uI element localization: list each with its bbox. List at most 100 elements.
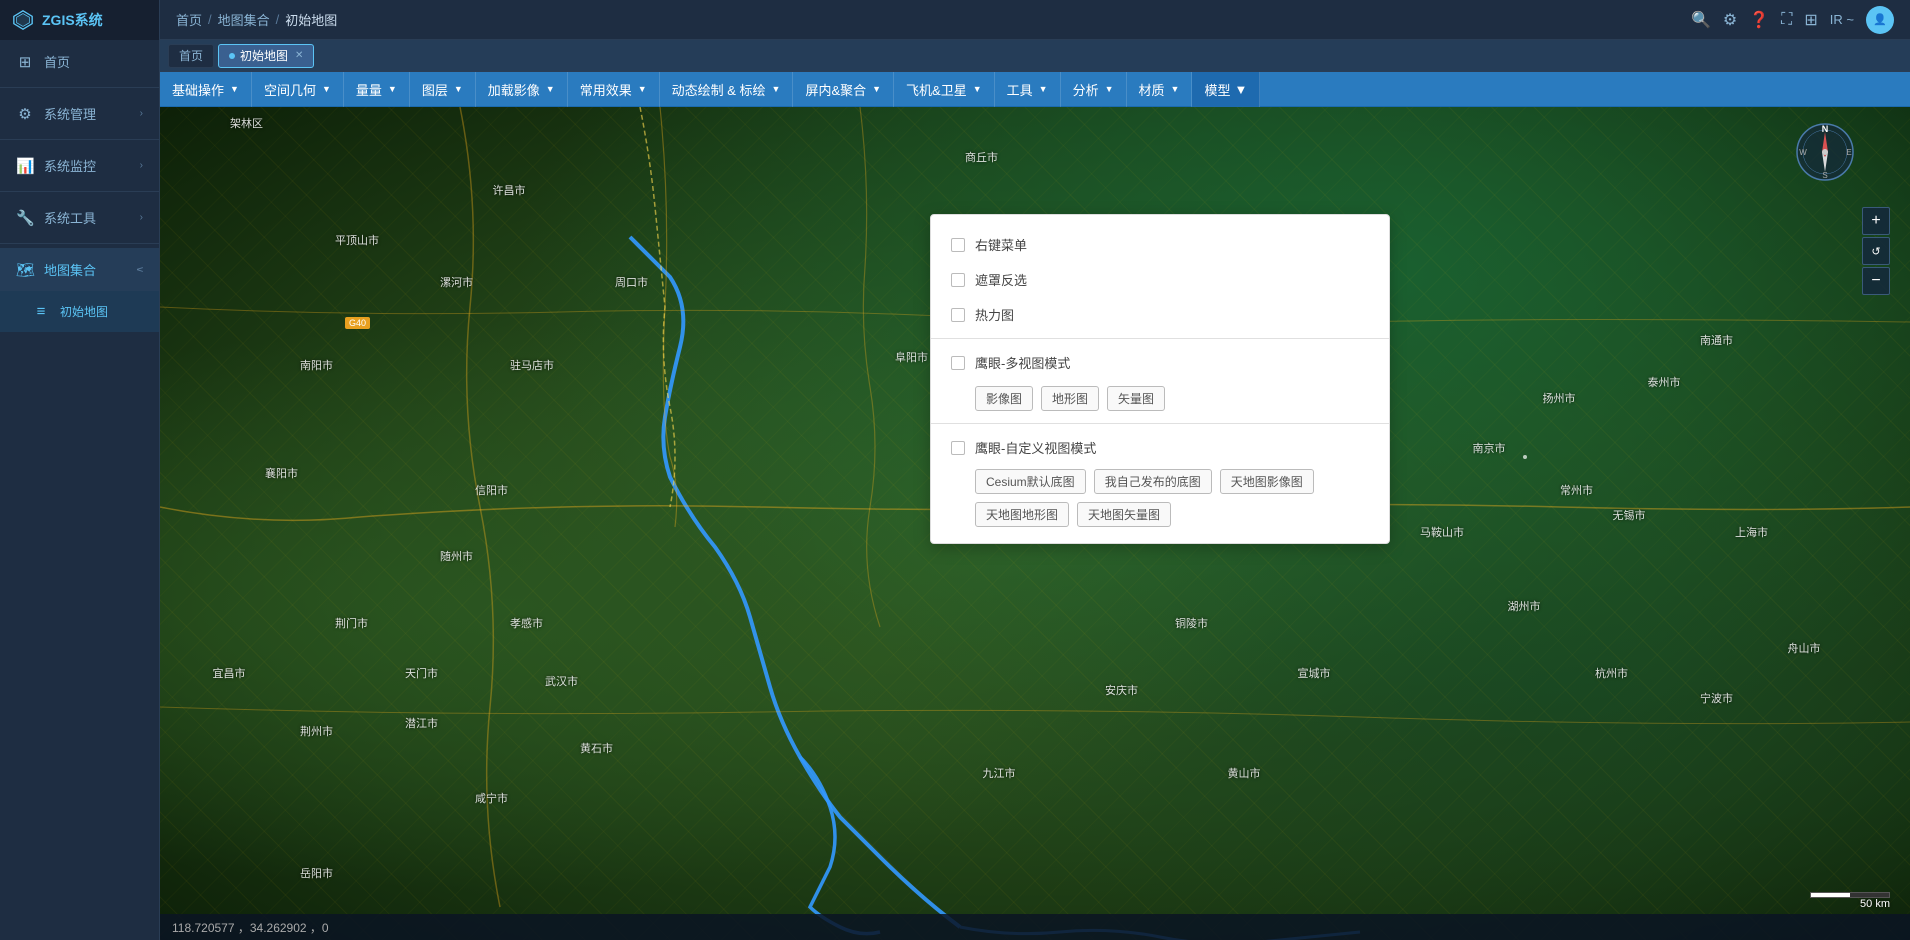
- dropdown-arrow-10: ▼: [1039, 84, 1048, 94]
- dropdown-arrow-7: ▼: [772, 84, 781, 94]
- sidebar-item-system-tools[interactable]: 🔧 系统工具 ›: [0, 196, 159, 239]
- compass: N S W E: [1795, 122, 1855, 182]
- toolbar-btn-tools[interactable]: 工具 ▼: [995, 72, 1061, 107]
- popup-tag-imagery[interactable]: 影像图: [975, 386, 1033, 411]
- user-avatar[interactable]: 👤: [1866, 6, 1894, 34]
- tab-home[interactable]: 首页: [168, 44, 214, 68]
- chevron-right-icon-2: ›: [140, 160, 143, 171]
- toolbar-label-analysis: 分析: [1073, 80, 1099, 99]
- road-badge-g40: G40: [345, 317, 370, 329]
- toolbar-btn-dynamic-draw[interactable]: 动态绘制 & 标绘 ▼: [660, 72, 794, 107]
- tools-icon: 🔧: [16, 209, 34, 227]
- monitor-icon: 📊: [16, 157, 34, 175]
- toolbar-label-layers: 图层: [422, 80, 448, 99]
- popup-tag-vector[interactable]: 矢量图: [1107, 386, 1165, 411]
- map-area[interactable]: 商丘市 许昌市 平顶山市 漯河市 周口市 驻马店市 南阳市 信阳市 随州市 孝感…: [160, 107, 1910, 940]
- toolbar-btn-material[interactable]: 材质 ▼: [1127, 72, 1193, 107]
- sidebar-label-home: 首页: [44, 52, 143, 71]
- popup-custom-tags: Cesium默认底图 我自己发布的底图 天地图影像图 天地图地形图 天地图矢量图: [931, 465, 1389, 531]
- layout-icon[interactable]: ⊞: [1804, 10, 1817, 30]
- toolbar-btn-basic-ops[interactable]: 基础操作 ▼: [160, 72, 252, 107]
- chevron-right-icon-3: ›: [140, 212, 143, 223]
- popup-row-marquee[interactable]: 遮罩反选: [931, 262, 1389, 297]
- popup-label-right-menu: 右键菜单: [975, 235, 1027, 254]
- ir-text: IR ~: [1830, 12, 1854, 27]
- popup-tag-my-published[interactable]: 我自己发布的底图: [1094, 469, 1212, 494]
- popup-tag-cesium-default[interactable]: Cesium默认底图: [975, 469, 1086, 494]
- sidebar-item-map-collection[interactable]: 🗺 地图集合 ∨: [0, 248, 159, 291]
- zoom-controls: + ↺ −: [1862, 207, 1890, 295]
- checkbox-heatmap[interactable]: [951, 308, 965, 322]
- breadcrumb-home[interactable]: 首页: [176, 10, 202, 29]
- svg-text:E: E: [1846, 148, 1851, 157]
- dropdown-arrow-2: ▼: [322, 84, 331, 94]
- popup-tag-terrain[interactable]: 地形图: [1041, 386, 1099, 411]
- search-icon[interactable]: 🔍: [1691, 10, 1711, 30]
- checkbox-right-menu[interactable]: [951, 238, 965, 252]
- header-right: 🔍 ⚙ ❓ ⛶ ⊞ IR ~ 👤: [1675, 6, 1910, 34]
- popup-tag-tianditu-vector[interactable]: 天地图矢量图: [1077, 502, 1171, 527]
- fullscreen-icon[interactable]: ⛶: [1781, 11, 1792, 29]
- tab-initial-map-label: 初始地图: [240, 47, 288, 64]
- breadcrumb-map-collection[interactable]: 地图集合: [218, 10, 270, 29]
- scale-bar: 50 km: [1810, 892, 1890, 910]
- svg-text:W: W: [1799, 148, 1807, 157]
- city-dot: [1523, 455, 1527, 459]
- logo-area: ZGIS系统: [0, 0, 160, 40]
- dropdown-arrow-model: ▼: [1234, 82, 1247, 97]
- dropdown-arrow-1: ▼: [230, 84, 239, 94]
- sidebar-item-system-monitor[interactable]: 📊 系统监控 ›: [0, 144, 159, 187]
- github-icon[interactable]: ⚙: [1723, 10, 1737, 30]
- checkbox-eagle-eye[interactable]: [951, 356, 965, 370]
- toolbar-label-basic-ops: 基础操作: [172, 80, 224, 99]
- checkbox-custom-view[interactable]: [951, 441, 965, 455]
- toolbar-label-aircraft: 飞机&卫星: [906, 80, 967, 99]
- popup-row-right-menu[interactable]: 右键菜单: [931, 227, 1389, 262]
- coordinates-bar: 118.720577 ，34.262902 ，0: [160, 914, 1910, 940]
- gear-icon: ⚙: [16, 105, 34, 123]
- popup-divider-2: [931, 423, 1389, 424]
- tab-close-icon[interactable]: ✕: [295, 50, 303, 61]
- popup-eagle-eye-tags: 影像图 地形图 矢量图: [931, 380, 1389, 417]
- home-icon: ⊞: [16, 53, 34, 71]
- toolbar-btn-aircraft[interactable]: 飞机&卫星 ▼: [894, 72, 995, 107]
- svg-text:S: S: [1822, 171, 1827, 180]
- toolbar-btn-effects[interactable]: 常用效果 ▼: [568, 72, 660, 107]
- map-collection-icon: 🗺: [16, 261, 34, 279]
- zoom-reset-button[interactable]: ↺: [1862, 237, 1890, 265]
- toolbar-label-measure: 量量: [356, 80, 382, 99]
- toolbar-btn-load-imagery[interactable]: 加载影像 ▼: [476, 72, 568, 107]
- zoom-out-button[interactable]: −: [1862, 267, 1890, 295]
- dropdown-arrow-6: ▼: [638, 84, 647, 94]
- toolbar-btn-measure[interactable]: 量量 ▼: [344, 72, 410, 107]
- sidebar-label-system-tools: 系统工具: [44, 208, 130, 227]
- tab-bar: 首页 初始地图 ✕: [160, 40, 1910, 72]
- tab-initial-map[interactable]: 初始地图 ✕: [218, 44, 314, 68]
- toolbar: 基础操作 ▼ 空间几何 ▼ 量量 ▼ 图层 ▼ 加载影像 ▼ 常用效果 ▼ 动态…: [160, 72, 1910, 107]
- sidebar-item-home[interactable]: ⊞ 首页: [0, 40, 159, 83]
- toolbar-btn-analysis[interactable]: 分析 ▼: [1061, 72, 1127, 107]
- popup-label-marquee: 遮罩反选: [975, 270, 1027, 289]
- sidebar-label-system-monitor: 系统监控: [44, 156, 130, 175]
- toolbar-btn-model[interactable]: 模型 ▼: [1192, 72, 1260, 107]
- sidebar-item-initial-map[interactable]: ≡ 初始地图: [0, 291, 159, 332]
- sidebar-item-system-admin[interactable]: ⚙ 系统管理 ›: [0, 92, 159, 135]
- toolbar-btn-layers[interactable]: 图层 ▼: [410, 72, 476, 107]
- popup-tag-tianditu-terrain[interactable]: 天地图地形图: [975, 502, 1069, 527]
- popup-tag-tianditu-imagery[interactable]: 天地图影像图: [1220, 469, 1314, 494]
- toolbar-btn-spatial[interactable]: 空间几何 ▼: [252, 72, 344, 107]
- toolbar-label-material: 材质: [1139, 80, 1165, 99]
- sidebar-sub-map: ≡ 初始地图: [0, 291, 159, 332]
- help-icon[interactable]: ❓: [1749, 10, 1769, 30]
- tab-active-dot: [229, 53, 235, 59]
- toolbar-label-load-imagery: 加载影像: [488, 80, 540, 99]
- popup-row-custom-view[interactable]: 鹰眼-自定义视图模式: [931, 430, 1389, 465]
- toolbar-btn-screen-cluster[interactable]: 屏内&聚合 ▼: [793, 72, 894, 107]
- zoom-in-button[interactable]: +: [1862, 207, 1890, 235]
- sidebar-divider-3: [0, 191, 159, 192]
- popup-row-eagle-eye[interactable]: 鹰眼-多视图模式: [931, 345, 1389, 380]
- dropdown-arrow-5: ▼: [546, 84, 555, 94]
- sidebar-label-initial-map: 初始地图: [60, 303, 143, 320]
- checkbox-marquee[interactable]: [951, 273, 965, 287]
- popup-row-heatmap[interactable]: 热力图: [931, 297, 1389, 332]
